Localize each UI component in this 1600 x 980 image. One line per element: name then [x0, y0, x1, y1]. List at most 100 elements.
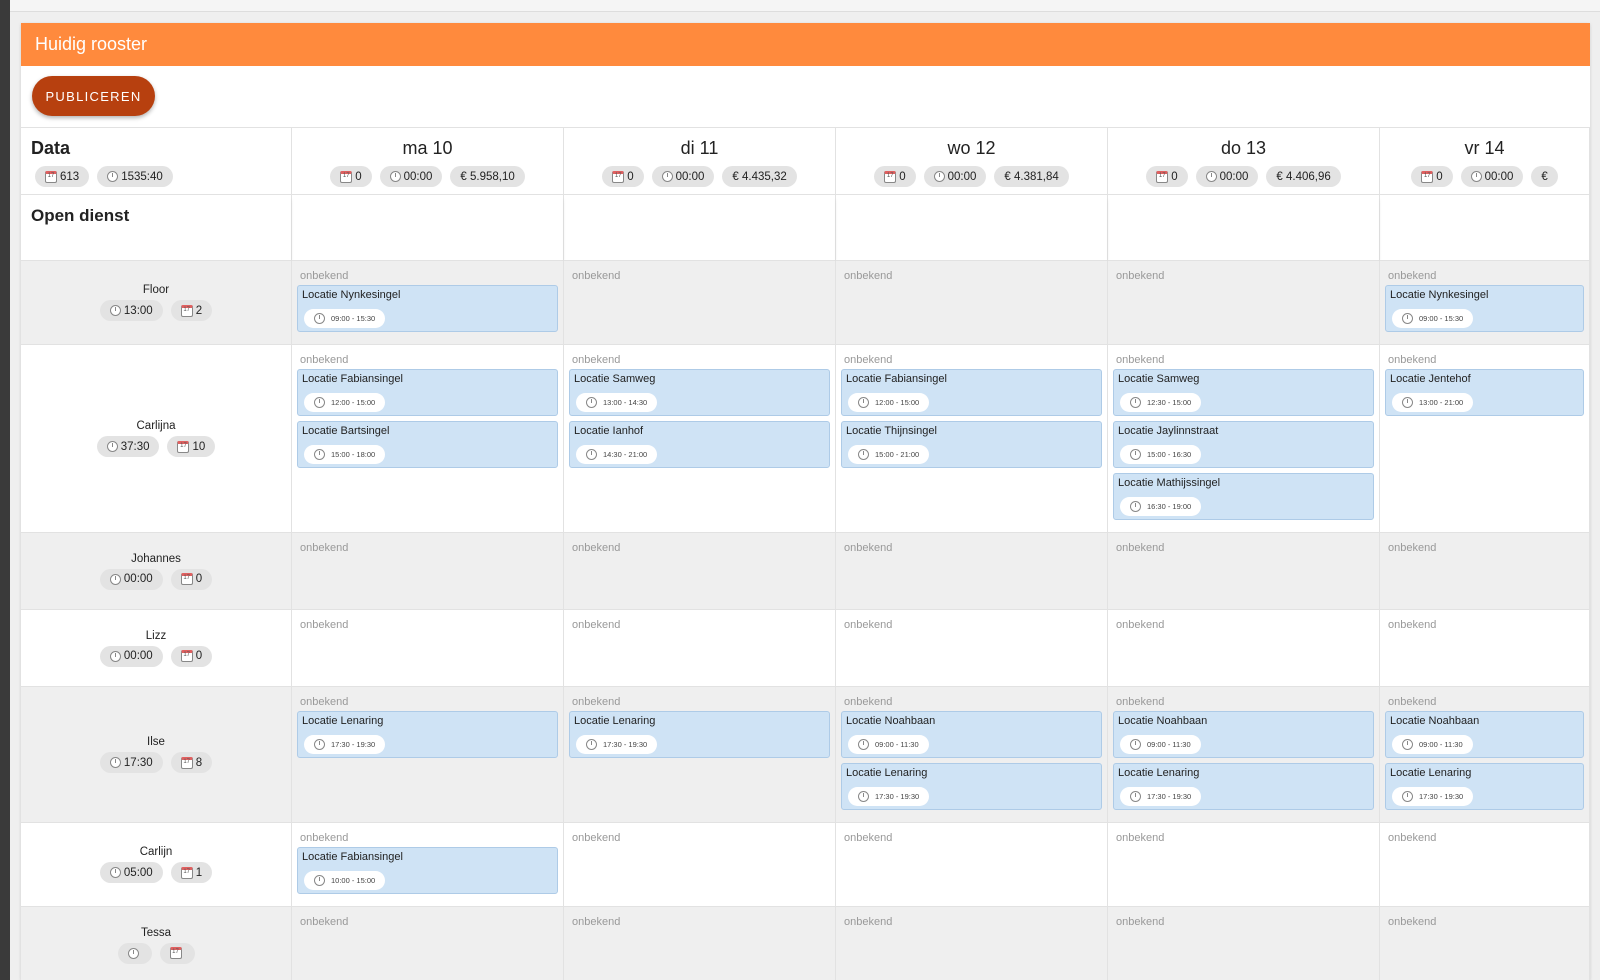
shift-block[interactable]: Locatie Thijnsingel 15:00 - 21:00: [841, 421, 1102, 468]
shift-block[interactable]: Locatie Lenaring 17:30 - 19:30: [1113, 763, 1374, 810]
shift-block[interactable]: Locatie Noahbaan 09:00 - 11:30: [1113, 711, 1374, 758]
schedule-day-cell[interactable]: onbekend Locatie Samweg 13:00 - 14:30 Locat…: [564, 345, 836, 533]
schedule-day-cell[interactable]: onbekend: [292, 907, 564, 980]
open-shift-cell[interactable]: [836, 195, 1108, 261]
employee-cell[interactable]: Tessa: [21, 907, 292, 980]
shift-block[interactable]: Locatie Jaylinnstraat 15:00 - 16:30: [1113, 421, 1374, 468]
chip-value: 00:00: [947, 170, 977, 183]
schedule-day-cell[interactable]: onbekend Locatie Noahbaan 09:00 - 11:30 Loc…: [1380, 687, 1590, 823]
schedule-day-cell[interactable]: onbekend Locatie Samweg 12:30 - 15:00 Locat…: [1108, 345, 1380, 533]
schedule-day-cell[interactable]: onbekend: [564, 907, 836, 980]
shift-block[interactable]: Locatie Ianhof 14:30 - 21:00: [569, 421, 830, 468]
shift-block[interactable]: Locatie Noahbaan 09:00 - 11:30: [841, 711, 1102, 758]
availability-label: onbekend: [300, 619, 349, 631]
schedule-day-cell[interactable]: onbekend Locatie Nynkesingel 09:00 - 15:30: [292, 261, 564, 345]
shift-block[interactable]: Locatie Nynkesingel 09:00 - 15:30: [1385, 285, 1584, 332]
shift-block[interactable]: Locatie Lenaring 17:30 - 19:30: [841, 763, 1102, 810]
day-cost-badge: € 4.381,84: [994, 166, 1069, 187]
schedule-day-cell[interactable]: onbekend: [1108, 261, 1380, 345]
shift-block[interactable]: Locatie Lenaring 17:30 - 19:30: [1385, 763, 1584, 810]
schedule-day-cell[interactable]: onbekend: [292, 533, 564, 610]
day-cost-badge: € 4.406,96: [1266, 166, 1341, 187]
schedule-day-cell[interactable]: onbekend: [1380, 907, 1590, 980]
shift-block[interactable]: Locatie Nynkesingel 09:00 - 15:30: [297, 285, 558, 332]
day-header[interactable]: wo 12 0 00:00 € 4.381,84: [836, 128, 1108, 195]
employee-count-badge: 0: [170, 568, 213, 590]
shift-block[interactable]: Locatie Samweg 12:30 - 15:00: [1113, 369, 1374, 416]
shift-block[interactable]: Locatie Fabiansingel 12:00 - 15:00: [841, 369, 1102, 416]
chip-value: 0: [195, 573, 203, 585]
schedule-day-cell[interactable]: onbekend: [564, 533, 836, 610]
clock-icon: [314, 875, 325, 886]
schedule-day-cell[interactable]: onbekend Locatie Jentehof 13:00 - 21:00: [1380, 345, 1590, 533]
schedule-day-cell[interactable]: onbekend: [1108, 610, 1380, 687]
schedule-day-cell[interactable]: onbekend Locatie Noahbaan 09:00 - 11:30 Loc…: [836, 687, 1108, 823]
open-shift-cell[interactable]: [564, 195, 836, 261]
schedule-day-cell[interactable]: onbekend Locatie Fabiansingel 12:00 - 15:0…: [292, 345, 564, 533]
calendar-icon: [180, 650, 193, 662]
clock-icon: [1130, 739, 1141, 750]
schedule-day-cell[interactable]: onbekend: [836, 823, 1108, 907]
day-header[interactable]: do 13 0 00:00 € 4.406,96: [1108, 128, 1380, 195]
calendar-icon: [45, 170, 57, 183]
employee-name: Ilse: [147, 736, 165, 748]
shift-time-value: 17:30 - 19:30: [1147, 792, 1192, 801]
schedule-day-cell[interactable]: onbekend: [1380, 823, 1590, 907]
schedule-day-cell[interactable]: onbekend: [1108, 907, 1380, 980]
card-title: Huidig rooster: [35, 34, 148, 54]
schedule-day-cell[interactable]: onbekend Locatie Fabiansingel 12:00 - 15:0…: [836, 345, 1108, 533]
shift-location: Locatie Nynkesingel: [1390, 289, 1489, 301]
shift-block[interactable]: Locatie Lenaring 17:30 - 19:30: [569, 711, 830, 758]
shift-block[interactable]: Locatie Jentehof 13:00 - 21:00: [1385, 369, 1584, 416]
shift-time-value: 17:30 - 19:30: [603, 740, 648, 749]
shift-block[interactable]: Locatie Bartsingel 15:00 - 18:00: [297, 421, 558, 468]
employee-cell[interactable]: Carlijn 05:00 1: [21, 823, 292, 907]
open-shift-cell[interactable]: [292, 195, 564, 261]
shift-block[interactable]: Locatie Noahbaan 09:00 - 11:30: [1385, 711, 1584, 758]
schedule-day-cell[interactable]: onbekend Locatie Noahbaan 09:00 - 11:30 Loc…: [1108, 687, 1380, 823]
schedule-day-cell[interactable]: onbekend: [1380, 610, 1590, 687]
shift-block[interactable]: Locatie Mathijssingel 16:30 - 19:00: [1113, 473, 1374, 520]
open-shift-cell[interactable]: [1380, 195, 1590, 261]
shift-location: Locatie Samweg: [574, 373, 656, 385]
chip-value: € 5.958,10: [460, 170, 515, 183]
schedule-day-cell[interactable]: onbekend: [1108, 823, 1380, 907]
schedule-day-cell[interactable]: onbekend: [292, 610, 564, 687]
publish-button[interactable]: PUBLICEREN: [32, 76, 155, 116]
schedule-day-cell[interactable]: onbekend: [836, 533, 1108, 610]
clock-icon: [1130, 449, 1141, 460]
shift-block[interactable]: Locatie Fabiansingel 10:00 - 15:00: [297, 847, 558, 894]
shift-block[interactable]: Locatie Fabiansingel 12:00 - 15:00: [297, 369, 558, 416]
employee-hours-badge: 13:00: [99, 300, 163, 321]
day-header[interactable]: ma 10 0 00:00 € 5.958,10: [292, 128, 564, 195]
clock-icon: [314, 449, 325, 460]
schedule-day-cell[interactable]: onbekend Locatie Fabiansingel 10:00 - 15:0…: [292, 823, 564, 907]
shift-block[interactable]: Locatie Samweg 13:00 - 14:30: [569, 369, 830, 416]
shift-block[interactable]: Locatie Lenaring 17:30 - 19:30: [297, 711, 558, 758]
schedule-day-cell[interactable]: onbekend: [1108, 533, 1380, 610]
shift-location: Locatie Noahbaan: [846, 715, 936, 727]
schedule-day-cell[interactable]: onbekend: [836, 610, 1108, 687]
schedule-day-cell[interactable]: onbekend: [564, 823, 836, 907]
chip-value: 1: [195, 866, 203, 879]
schedule-day-cell[interactable]: onbekend: [836, 261, 1108, 345]
clock-icon: [109, 867, 121, 878]
schedule-day-cell[interactable]: onbekend: [836, 907, 1108, 980]
employee-cell[interactable]: Johannes 00:00 0: [21, 533, 292, 610]
employee-cell[interactable]: Lizz 00:00 0: [21, 610, 292, 687]
schedule-day-cell[interactable]: onbekend Locatie Nynkesingel 09:00 - 15:30: [1380, 261, 1590, 345]
employee-cell[interactable]: Ilse 17:30 8: [21, 687, 292, 823]
schedule-day-cell[interactable]: onbekend Locatie Lenaring 17:30 - 19:30: [292, 687, 564, 823]
employee-cell[interactable]: Carlijna 37:30 10: [21, 345, 292, 533]
schedule-day-cell[interactable]: onbekend: [564, 610, 836, 687]
availability-label: onbekend: [1388, 916, 1437, 928]
schedule-day-cell[interactable]: onbekend Locatie Lenaring 17:30 - 19:30: [564, 687, 836, 823]
schedule-day-cell[interactable]: onbekend: [1380, 533, 1590, 610]
day-header[interactable]: di 11 0 00:00 € 4.435,32: [564, 128, 836, 195]
employee-cell[interactable]: Floor 13:00 2: [21, 261, 292, 345]
day-header[interactable]: vr 14 0 00:00 €: [1380, 128, 1590, 195]
open-shift-cell[interactable]: [1108, 195, 1380, 261]
chip-value: 00:00: [403, 170, 433, 183]
shift-time-badge: 15:00 - 18:00: [304, 445, 386, 464]
schedule-day-cell[interactable]: onbekend: [564, 261, 836, 345]
